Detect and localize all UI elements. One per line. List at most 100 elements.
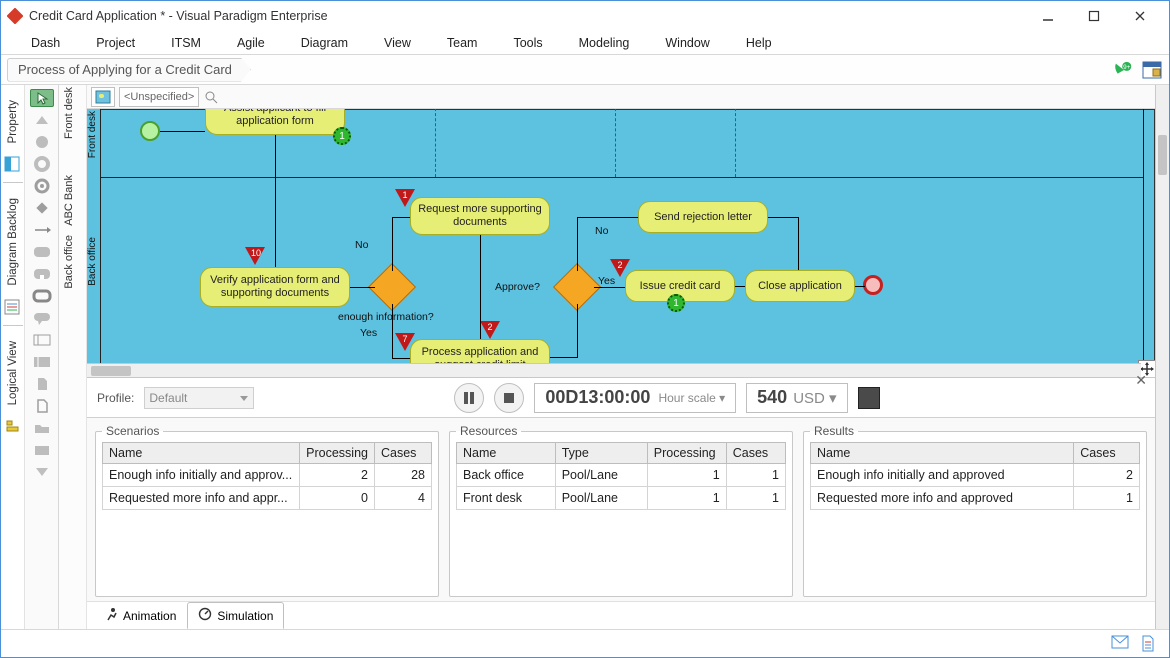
svg-text:9+: 9+ (1123, 64, 1131, 71)
table-row: Requested more info and approved1 (811, 487, 1140, 510)
status-bar (1, 629, 1169, 657)
table-row: Enough info initially and approv...228 (103, 464, 432, 487)
diagram-type-icon[interactable] (91, 87, 115, 107)
teamwork-badge-icon[interactable]: 9+ (1113, 59, 1135, 81)
resources-panel: Resources Name Type Processing Cases (449, 424, 793, 597)
window-close-button[interactable] (1117, 1, 1163, 31)
menu-diagram[interactable]: Diagram (283, 34, 366, 52)
marker-badge-process-top: 2 (480, 321, 500, 339)
palette-diamond-icon[interactable] (30, 199, 54, 217)
simulation-panel: Profile: Default (87, 377, 1155, 629)
lane-gutter: Front desk ABC Bank Back office (59, 85, 87, 629)
breadcrumb[interactable]: Process of Applying for a Credit Card (7, 58, 251, 82)
currency-dropdown[interactable]: USD ▾ (793, 389, 836, 407)
window-minimize-button[interactable] (1025, 1, 1071, 31)
menu-modeling[interactable]: Modeling (561, 34, 648, 52)
marker-badge-process-left: 7 (395, 333, 415, 351)
side-tab-logical-view[interactable]: Logical View (3, 332, 23, 414)
palette-rounded-rect-icon[interactable] (30, 243, 54, 261)
task-close-application[interactable]: Close application (745, 270, 855, 302)
palette-doc-icon[interactable] (30, 397, 54, 415)
menu-window[interactable]: Window (647, 34, 727, 52)
bpmn-end-event[interactable] (863, 275, 883, 295)
menu-dash[interactable]: Dash (13, 34, 78, 52)
window-title: Credit Card Application * - Visual Parad… (29, 9, 1025, 23)
hour-scale-dropdown[interactable]: Hour scale ▾ (658, 391, 725, 405)
search-icon[interactable] (203, 89, 219, 105)
palette-pool-icon[interactable] (30, 331, 54, 349)
panel-close-button[interactable]: ✕ (1135, 372, 1147, 389)
logical-view-icon (4, 418, 22, 436)
document-bar: Process of Applying for a Credit Card 9+ (1, 55, 1169, 85)
menu-team[interactable]: Team (429, 34, 496, 52)
stereotype-selector[interactable]: <Unspecified> (119, 87, 199, 107)
label-approve: Approve? (495, 281, 540, 293)
switch-diagram-icon[interactable] (1141, 59, 1163, 81)
task-send-rejection[interactable]: Send rejection letter (638, 201, 768, 233)
profile-select[interactable]: Default (144, 387, 254, 409)
bpmn-start-event[interactable] (140, 121, 160, 141)
side-tab-diagram-backlog[interactable]: Diagram Backlog (3, 189, 23, 295)
palette-box-icon[interactable] (30, 441, 54, 459)
menu-project[interactable]: Project (78, 34, 153, 52)
scenarios-legend: Scenarios (102, 424, 163, 438)
token-badge-assist: 1 (333, 127, 351, 145)
menu-itsm[interactable]: ITSM (153, 34, 219, 52)
running-person-icon (104, 607, 118, 624)
palette-folder-icon[interactable] (30, 419, 54, 437)
window-maximize-button[interactable] (1071, 1, 1117, 31)
palette-cursor-icon[interactable] (30, 89, 54, 107)
lane-label-front-desk: Front desk (63, 87, 75, 139)
color-swatch-button[interactable] (858, 387, 880, 409)
menu-help[interactable]: Help (728, 34, 790, 52)
resources-table[interactable]: Name Type Processing Cases Back officePo… (456, 442, 786, 510)
palette-callout-icon[interactable] (30, 309, 54, 327)
token-badge-issue: 1 (667, 294, 685, 312)
task-verify-application[interactable]: Verify application form and supporting d… (200, 267, 350, 307)
tab-animation[interactable]: Animation (93, 602, 187, 629)
pause-button[interactable] (454, 383, 484, 413)
diagram-canvas[interactable]: Front desk Back office (87, 109, 1155, 377)
palette-lane-icon[interactable] (30, 353, 54, 371)
menu-view[interactable]: View (366, 34, 429, 52)
stop-button[interactable] (494, 383, 524, 413)
menu-agile[interactable]: Agile (219, 34, 283, 52)
document-icon[interactable] (1141, 635, 1159, 653)
gauge-icon (198, 607, 212, 624)
menu-tools[interactable]: Tools (495, 34, 560, 52)
simulation-cost: 540 USD ▾ (746, 383, 847, 413)
inner-lane-back-office: Back office (87, 237, 98, 286)
pool-label: ABC Bank (63, 175, 75, 226)
title-bar: Credit Card Application * - Visual Parad… (1, 1, 1169, 31)
side-tab-strip: Property Diagram Backlog Logical View (1, 85, 25, 629)
shape-palette (25, 85, 59, 629)
palette-rect-bold-icon[interactable] (30, 287, 54, 305)
palette-triangle-down-icon[interactable] (30, 463, 54, 481)
table-row: Front deskPool/Lane11 (457, 487, 786, 510)
palette-triangle-up-icon[interactable] (30, 111, 54, 129)
label-no-1: No (355, 239, 368, 251)
results-table[interactable]: Name Cases Enough info initially and app… (810, 442, 1140, 510)
palette-arrow-icon[interactable] (30, 221, 54, 239)
palette-data-icon[interactable] (30, 375, 54, 393)
table-row: Requested more info and appr...04 (103, 487, 432, 510)
palette-target-icon[interactable] (30, 177, 54, 195)
simulation-clock: 00D13:00:00 Hour scale ▾ (534, 383, 736, 413)
vertical-scrollbar[interactable] (1155, 85, 1169, 629)
side-tab-property[interactable]: Property (3, 91, 23, 152)
palette-circle-icon[interactable] (30, 133, 54, 151)
marker-badge-reqmore: 1 (395, 189, 415, 207)
palette-annulus-icon[interactable] (30, 155, 54, 173)
horizontal-scrollbar[interactable] (87, 363, 1141, 377)
table-row: Back officePool/Lane11 (457, 464, 786, 487)
scenarios-table[interactable]: Name Processing Cases Enough info initia… (102, 442, 432, 510)
palette-collapsed-sub-icon[interactable] (30, 265, 54, 283)
simulation-tabs: Animation Simulation (87, 601, 1155, 629)
results-legend: Results (810, 424, 858, 438)
resources-legend: Resources (456, 424, 521, 438)
mail-icon[interactable] (1111, 635, 1129, 653)
app-icon (7, 8, 23, 24)
task-request-more-docs[interactable]: Request more supporting documents (410, 197, 550, 235)
task-assist-applicant[interactable]: Assist applicant to fill application for… (205, 109, 345, 135)
tab-simulation[interactable]: Simulation (187, 602, 284, 629)
